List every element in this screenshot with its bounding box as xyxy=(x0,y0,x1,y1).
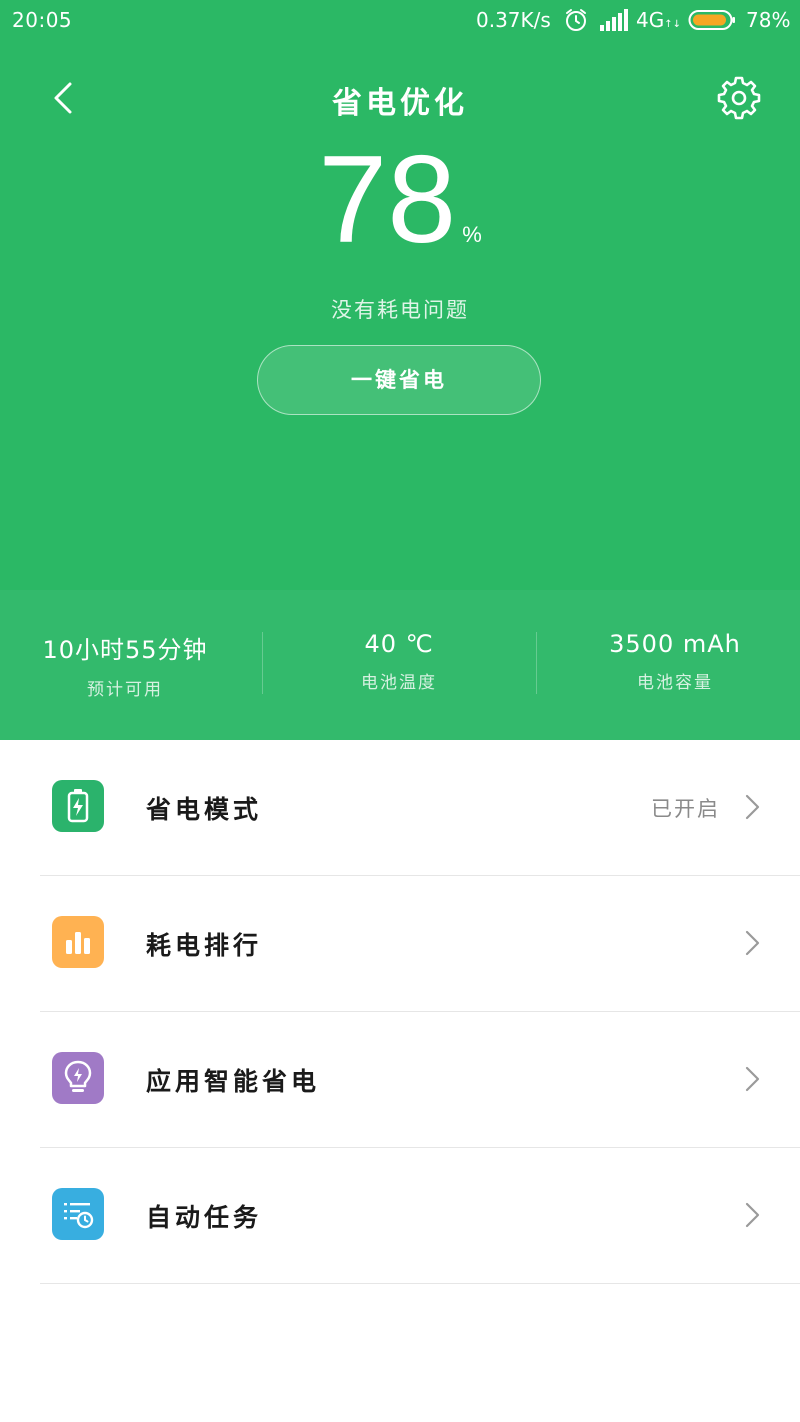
menu-item-label: 耗电排行 xyxy=(146,931,263,960)
stat-value: 3500 mAh xyxy=(609,630,741,658)
stat-capacity: 3500 mAh 电池容量 xyxy=(537,630,800,710)
menu-item-auto-tasks[interactable]: 自动任务 xyxy=(0,1148,800,1284)
battery-icon xyxy=(688,10,735,30)
battery-level-value: 78 xyxy=(318,131,457,269)
network-speed: 0.37K/s xyxy=(476,8,551,32)
chevron-right-icon xyxy=(745,1202,760,1228)
alarm-icon xyxy=(566,9,586,31)
lightbulb-icon xyxy=(64,1060,92,1092)
status-time: 20:05 xyxy=(12,8,73,32)
stat-label: 电池温度 xyxy=(361,673,437,693)
bar-chart-icon xyxy=(66,932,90,954)
menu-item-power-saving-mode[interactable]: 省电模式 已开启 xyxy=(0,740,800,876)
menu-item-power-ranking[interactable]: 耗电排行 xyxy=(0,876,800,1012)
one-key-save-button[interactable]: 一键省电 xyxy=(257,345,541,415)
network-activity-arrows: ↑↓ xyxy=(664,19,681,30)
signal-icon xyxy=(600,9,628,31)
menu-item-label: 应用智能省电 xyxy=(146,1067,321,1096)
menu-item-app-smart-saving[interactable]: 应用智能省电 xyxy=(0,1012,800,1148)
battery-charge-icon xyxy=(67,789,89,823)
menu-icon-tile xyxy=(52,1188,104,1240)
menu-item-label: 省电模式 xyxy=(146,795,263,824)
menu-item-status: 已开启 xyxy=(651,797,720,821)
chevron-right-icon xyxy=(745,1066,760,1092)
battery-level-unit: % xyxy=(462,222,482,247)
row-divider xyxy=(40,1283,800,1284)
chevron-right-icon xyxy=(745,794,760,820)
stat-temperature: 40 ℃ 电池温度 xyxy=(262,630,536,710)
battery-percent: 78% xyxy=(746,8,791,32)
stat-label: 电池容量 xyxy=(637,673,713,693)
battery-status-text: 没有耗电问题 xyxy=(331,298,469,322)
menu-icon-tile xyxy=(52,916,104,968)
chevron-right-icon xyxy=(745,930,760,956)
stat-value: 10小时55分钟 xyxy=(42,636,208,664)
menu-icon-tile xyxy=(52,780,104,832)
menu-item-label: 自动任务 xyxy=(146,1203,263,1232)
gear-icon xyxy=(717,76,761,120)
status-bar: 20:05 0.37K/s 4G↑↓ 78% xyxy=(0,0,800,42)
menu-icon-tile xyxy=(52,1052,104,1104)
page-title: 省电优化 xyxy=(332,86,468,121)
network-type-label: 4G xyxy=(636,8,665,32)
battery-level: 78% xyxy=(0,138,800,262)
header-panel: 20:05 0.37K/s 4G↑↓ 78% 省电优化 78 % 没有耗电问题 … xyxy=(0,0,800,740)
settings-button[interactable] xyxy=(716,74,762,120)
scheduled-list-icon xyxy=(64,1203,94,1229)
battery-stats: 10小时55分钟 预计可用 40 ℃ 电池温度 3500 mAh 电池容量 xyxy=(0,590,800,740)
stat-label: 预计可用 xyxy=(87,680,163,700)
stat-value: 40 ℃ xyxy=(364,630,434,658)
network-type: 4G↑↓ xyxy=(636,8,681,32)
stat-remaining-time: 10小时55分钟 预计可用 xyxy=(0,630,250,710)
menu-list: 省电模式 已开启 耗电排行 应用智能省电 自动任务 xyxy=(0,740,800,1284)
